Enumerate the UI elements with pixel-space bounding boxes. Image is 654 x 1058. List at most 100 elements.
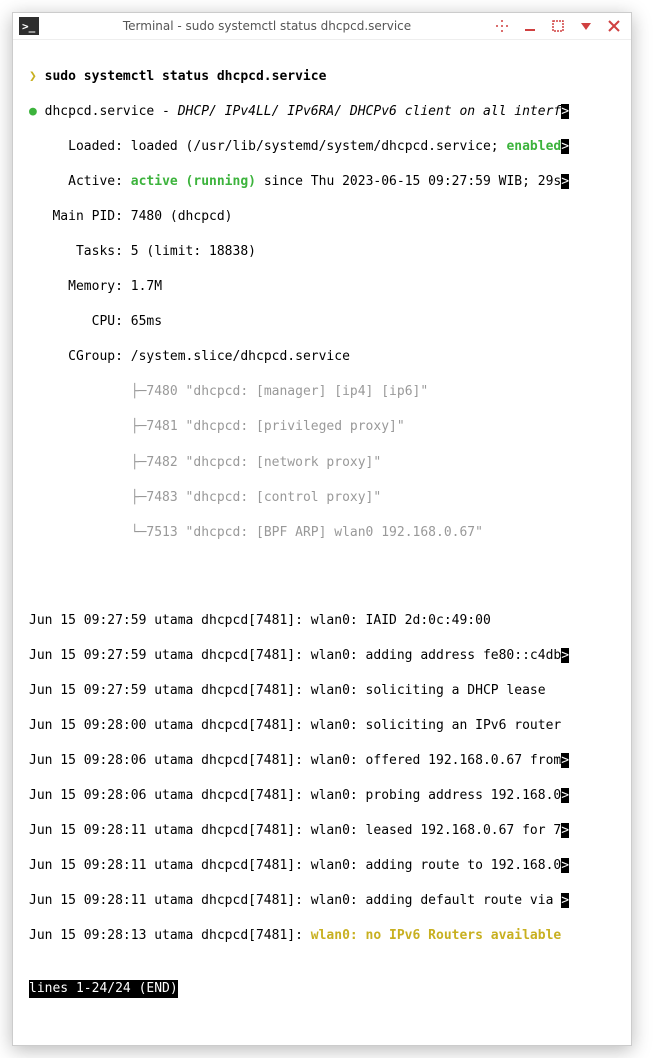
log-line: Jun 15 09:28:11 utama dhcpcd[7481]: wlan… — [29, 822, 629, 840]
trunc-marker: > — [561, 893, 569, 908]
log-line: Jun 15 09:27:59 utama dhcpcd[7481]: wlan… — [29, 612, 629, 630]
log-msg: wlan0: adding default route via — [311, 893, 561, 908]
prompt-caret: ❯ — [29, 69, 37, 84]
terminal-output[interactable]: ❯ sudo systemctl status dhcpcd.service ●… — [13, 40, 631, 1045]
tree-pid: 7481 — [146, 419, 177, 434]
log-line: Jun 15 09:28:06 utama dhcpcd[7481]: wlan… — [29, 752, 629, 770]
log-msg: wlan0: adding address fe80::c4db — [311, 648, 561, 663]
log-line: Jun 15 09:28:13 utama dhcpcd[7481]: wlan… — [29, 927, 629, 945]
active-state: active (running) — [131, 174, 256, 189]
tree-pid: 7482 — [146, 455, 177, 470]
unit-name: dhcpcd.service — [45, 104, 155, 119]
trunc-marker: > — [561, 648, 569, 663]
cgroup-tree-item: ├─7482 "dhcpcd: [network proxy]" — [29, 454, 629, 472]
unit-header: ● dhcpcd.service - DHCP/ IPv4LL/ IPv6RA/… — [29, 103, 629, 121]
tree-branch: ├─ — [131, 455, 147, 470]
log-line: Jun 15 09:28:00 utama dhcpcd[7481]: wlan… — [29, 717, 629, 735]
log-msg: wlan0: offered 192.168.0.67 from — [311, 753, 561, 768]
tree-branch: ├─ — [131, 490, 147, 505]
log-prefix: Jun 15 09:27:59 utama dhcpcd[7481]: — [29, 613, 311, 628]
cpu-label: CPU: — [92, 314, 123, 329]
loaded-enabled: enabled — [506, 139, 561, 154]
active-since: since Thu 2023-06-15 09:27:59 WIB; 29s — [256, 174, 561, 189]
prompt-line: ❯ sudo systemctl status dhcpcd.service — [29, 68, 629, 86]
memory-line: Memory: 1.7M — [29, 278, 629, 296]
terminal-window: >_ Terminal - sudo systemctl status dhcp… — [12, 12, 632, 1046]
tree-text: "dhcpcd: [BPF ARP] wlan0 192.168.0.67" — [186, 525, 483, 540]
mainpid-label: Main PID: — [52, 209, 122, 224]
memory-value: 1.7M — [131, 279, 162, 294]
close-icon[interactable] — [607, 19, 621, 33]
tree-branch: ├─ — [131, 384, 147, 399]
cgroup-tree-item: ├─7483 "dhcpcd: [control proxy]" — [29, 489, 629, 507]
log-line: Jun 15 09:27:59 utama dhcpcd[7481]: wlan… — [29, 682, 629, 700]
window-controls — [495, 19, 621, 33]
tree-text: "dhcpcd: [control proxy]" — [186, 490, 382, 505]
tree-branch: ├─ — [131, 419, 147, 434]
cgroup-value: /system.slice/dhcpcd.service — [131, 349, 350, 364]
log-msg: wlan0: probing address 192.168.0 — [311, 788, 561, 803]
loaded-line: Loaded: loaded (/usr/lib/systemd/system/… — [29, 138, 629, 156]
pager-status: lines 1-24/24 (END) — [29, 980, 178, 998]
log-prefix: Jun 15 09:27:59 utama dhcpcd[7481]: — [29, 648, 311, 663]
trunc-marker: > — [561, 139, 569, 154]
log-prefix: Jun 15 09:27:59 utama dhcpcd[7481]: — [29, 683, 311, 698]
active-label: Active: — [68, 174, 123, 189]
log-line: Jun 15 09:28:06 utama dhcpcd[7481]: wlan… — [29, 787, 629, 805]
command-text: sudo systemctl status dhcpcd.service — [45, 69, 327, 84]
cpu-line: CPU: 65ms — [29, 313, 629, 331]
log-msg-warn: wlan0: no IPv6 Routers available — [311, 928, 561, 943]
log-prefix: Jun 15 09:28:11 utama dhcpcd[7481]: — [29, 893, 311, 908]
log-msg: wlan0: adding route to 192.168.0 — [311, 858, 561, 873]
log-prefix: Jun 15 09:28:11 utama dhcpcd[7481]: — [29, 823, 311, 838]
mainpid-line: Main PID: 7480 (dhcpcd) — [29, 208, 629, 226]
cgroup-tree-item: ├─7481 "dhcpcd: [privileged proxy]" — [29, 418, 629, 436]
tree-pid: 7513 — [146, 525, 177, 540]
tasks-line: Tasks: 5 (limit: 18838) — [29, 243, 629, 261]
trunc-marker: > — [561, 174, 569, 189]
log-line: Jun 15 09:28:11 utama dhcpcd[7481]: wlan… — [29, 857, 629, 875]
log-msg: wlan0: IAID 2d:0c:49:00 — [311, 613, 491, 628]
log-prefix: Jun 15 09:28:13 utama dhcpcd[7481]: — [29, 928, 311, 943]
titlebar[interactable]: >_ Terminal - sudo systemctl status dhcp… — [13, 13, 631, 40]
log-prefix: Jun 15 09:28:11 utama dhcpcd[7481]: — [29, 858, 311, 873]
tree-text: "dhcpcd: [manager] [ip4] [ip6]" — [186, 384, 429, 399]
window-title: Terminal - sudo systemctl status dhcpcd.… — [45, 19, 489, 33]
log-prefix: Jun 15 09:28:06 utama dhcpcd[7481]: — [29, 753, 311, 768]
minimize-icon[interactable] — [523, 19, 537, 33]
cgroup-line: CGroup: /system.slice/dhcpcd.service — [29, 348, 629, 366]
status-bullet: ● — [29, 104, 37, 119]
trunc-marker: > — [561, 788, 569, 803]
trunc-marker: > — [561, 104, 569, 119]
terminal-icon: >_ — [19, 17, 39, 35]
maximize-icon[interactable] — [551, 19, 565, 33]
log-msg: wlan0: leased 192.168.0.67 for 7 — [311, 823, 561, 838]
log-prefix: Jun 15 09:28:06 utama dhcpcd[7481]: — [29, 788, 311, 803]
dropdown-icon[interactable] — [579, 19, 593, 33]
cgroup-tree-item: └─7513 "dhcpcd: [BPF ARP] wlan0 192.168.… — [29, 524, 629, 542]
cgroup-tree-item: ├─7480 "dhcpcd: [manager] [ip4] [ip6]" — [29, 383, 629, 401]
trunc-marker: > — [561, 858, 569, 873]
cpu-value: 65ms — [131, 314, 162, 329]
loaded-label: Loaded: — [68, 139, 123, 154]
tasks-value: 5 (limit: 18838) — [131, 244, 256, 259]
trunc-marker: > — [561, 753, 569, 768]
blank-line — [29, 576, 629, 594]
move-icon[interactable] — [495, 19, 509, 33]
loaded-value: loaded (/usr/lib/systemd/system/dhcpcd.s… — [131, 139, 507, 154]
log-prefix: Jun 15 09:28:00 utama dhcpcd[7481]: — [29, 718, 311, 733]
mainpid-value: 7480 (dhcpcd) — [131, 209, 233, 224]
unit-desc: DHCP/ IPv4LL/ IPv6RA/ DHCPv6 client on a… — [178, 104, 562, 119]
trunc-marker: > — [561, 823, 569, 838]
active-line: Active: active (running) since Thu 2023-… — [29, 173, 629, 191]
log-line: Jun 15 09:28:11 utama dhcpcd[7481]: wlan… — [29, 892, 629, 910]
cgroup-label: CGroup: — [68, 349, 123, 364]
log-msg: wlan0: soliciting an IPv6 router — [311, 718, 561, 733]
tree-pid: 7483 — [146, 490, 177, 505]
pager-line: lines 1-24/24 (END) — [29, 980, 629, 998]
log-line: Jun 15 09:27:59 utama dhcpcd[7481]: wlan… — [29, 647, 629, 665]
tree-branch: └─ — [131, 525, 147, 540]
tree-text: "dhcpcd: [privileged proxy]" — [186, 419, 405, 434]
memory-label: Memory: — [68, 279, 123, 294]
tree-text: "dhcpcd: [network proxy]" — [186, 455, 382, 470]
